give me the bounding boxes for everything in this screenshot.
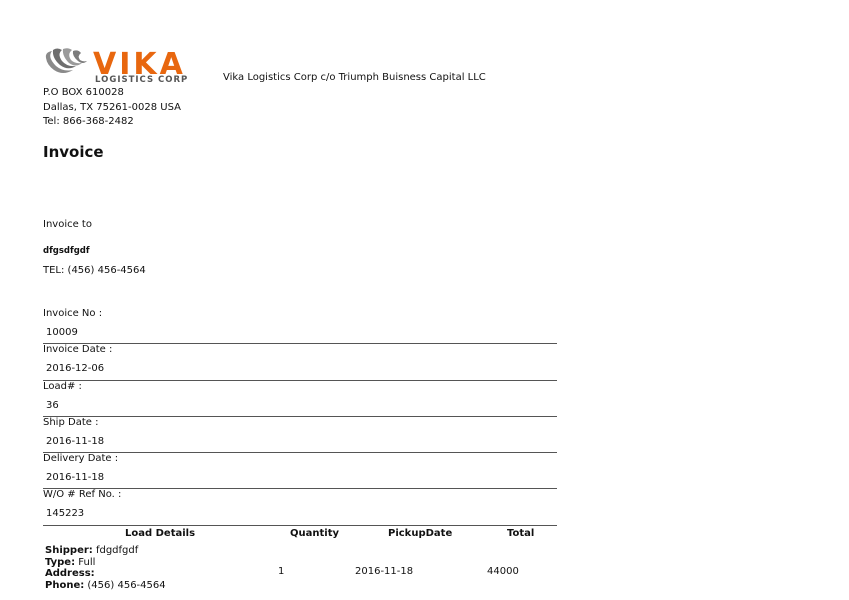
header-load-details: Load Details (125, 528, 196, 539)
invoice-date-row: Invoice Date : 2016-12-06 (43, 344, 557, 381)
load-details-cell: Shipper: fdgdfgdf Type: Full Address: Ph… (45, 545, 166, 591)
table-header: Load Details Quantity PickupDate Total (43, 527, 557, 544)
ref-number-value: 145223 (46, 508, 85, 520)
load-number-value: 36 (46, 399, 59, 411)
document-title: Invoice (43, 143, 104, 161)
quantity-cell: 1 (278, 566, 285, 577)
invoice-date-label: Invoice Date : (43, 344, 113, 356)
ship-date-value: 2016-11-18 (46, 435, 105, 447)
type-value: Full (78, 556, 96, 568)
type-line: Type: Full (45, 557, 166, 569)
invoice-number-row: Invoice No : 10009 (43, 308, 557, 345)
ref-number-row: W/O # Ref No. : 145223 (43, 489, 557, 526)
delivery-date-label: Delivery Date : (43, 453, 119, 465)
invoice-meta: Invoice No : 10009 Invoice Date : 2016-1… (43, 308, 557, 526)
load-number-row: Load# : 36 (43, 381, 557, 417)
invoice-date-value: 2016-12-06 (46, 363, 105, 375)
company-address: P.O BOX 610028 Dallas, TX 75261-0028 USA… (43, 86, 181, 130)
client-tel: TEL: (456) 456-4564 (43, 265, 146, 276)
phone-line: Phone: (456) 456-4564 (45, 580, 166, 592)
company-name: Vika Logistics Corp c/o Triumph Buisness… (223, 72, 486, 83)
client-name: dfgsdfgdf (43, 246, 90, 256)
invoice-to-label: Invoice to (43, 219, 92, 230)
company-tel: Tel: 866-368-2482 (43, 116, 134, 127)
shipper-label: Shipper: (45, 545, 93, 556)
delivery-date-value: 2016-11-18 (46, 472, 105, 484)
invoice-number-label: Invoice No : (43, 308, 103, 319)
delivery-date-row: Delivery Date : 2016-11-18 (43, 453, 557, 490)
load-items-table: Load Details Quantity PickupDate Total S… (43, 527, 557, 598)
ref-number-label: W/O # Ref No. : (43, 489, 122, 501)
ship-date-row: Ship Date : 2016-11-18 (43, 416, 557, 454)
header-total: Total (507, 528, 535, 539)
phone-label: Phone: (45, 579, 85, 591)
shipper-value: fdgdfgdf (95, 545, 139, 556)
load-number-label: Load# : (43, 380, 82, 392)
header-quantity: Quantity (290, 528, 339, 539)
ship-date-label: Ship Date : (43, 416, 99, 428)
company-header: VIKA LOGISTICS CORP Vika Logistics Corp … (43, 44, 486, 84)
pickup-date-cell: 2016-11-18 (355, 566, 414, 577)
swirl-icon (45, 48, 87, 73)
invoice-number-value: 10009 (46, 327, 78, 338)
address-line-1: P.O BOX 610028 (43, 87, 124, 98)
table-row: Shipper: fdgdfgdf Type: Full Address: Ph… (43, 544, 557, 598)
svg-text:LOGISTICS CORP: LOGISTICS CORP (95, 75, 188, 84)
address-line: Address: (45, 568, 166, 580)
address-line-2: Dallas, TX 75261-0028 USA (43, 101, 181, 113)
shipper-line: Shipper: fdgdfgdf (45, 545, 166, 557)
address-label: Address: (45, 568, 95, 579)
company-logo: VIKA LOGISTICS CORP (45, 47, 188, 84)
phone-value: (456) 456-4564 (87, 579, 166, 591)
type-label: Type: (45, 556, 76, 568)
total-cell: 44000 (487, 566, 519, 577)
header-pickup-date: PickupDate (388, 528, 453, 539)
